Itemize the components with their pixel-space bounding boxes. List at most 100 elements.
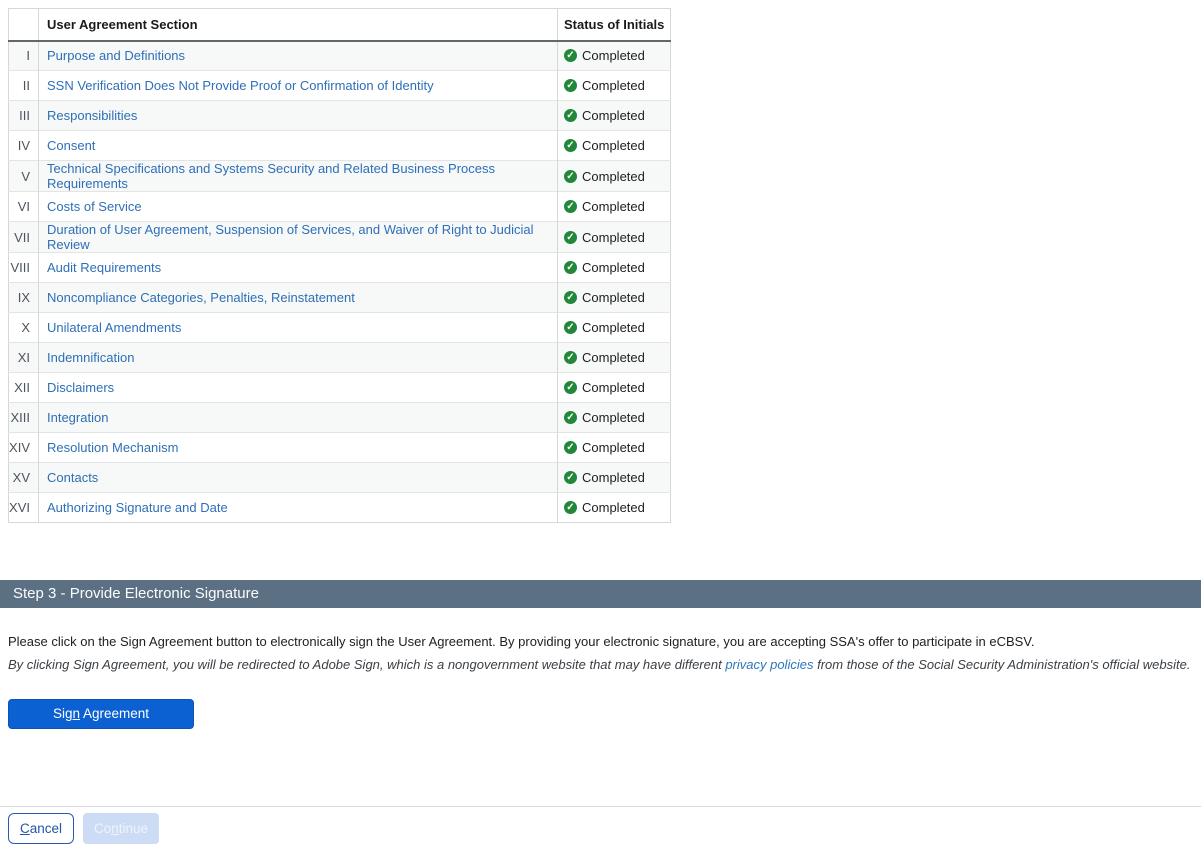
row-status-cell: Completed bbox=[558, 283, 671, 313]
status-label: Completed bbox=[582, 500, 645, 515]
row-numeral: XI bbox=[9, 343, 39, 373]
row-status-cell: Completed bbox=[558, 313, 671, 343]
row-section-cell: Technical Specifications and Systems Sec… bbox=[39, 161, 558, 192]
check-circle-icon bbox=[564, 49, 577, 62]
user-agreement-table-wrap: User Agreement Section Status of Initial… bbox=[8, 8, 671, 523]
table-row: XIIIIntegrationCompleted bbox=[9, 403, 671, 433]
continue-label-accesskey: n bbox=[111, 821, 119, 836]
row-section-cell: Audit Requirements bbox=[39, 253, 558, 283]
table-header-row: User Agreement Section Status of Initial… bbox=[9, 9, 671, 41]
row-numeral: III bbox=[9, 101, 39, 131]
sign-agreement-button[interactable]: Sign Agreement bbox=[8, 699, 194, 729]
check-circle-icon bbox=[564, 261, 577, 274]
row-numeral: VII bbox=[9, 222, 39, 253]
section-link[interactable]: Resolution Mechanism bbox=[47, 440, 179, 455]
row-numeral: XV bbox=[9, 463, 39, 493]
adobe-sign-disclaimer-text: By clicking Sign Agreement, you will be … bbox=[8, 657, 1193, 672]
status-label: Completed bbox=[582, 320, 645, 335]
step3-title: Step 3 - Provide Electronic Signature bbox=[13, 585, 259, 602]
row-section-cell: Unilateral Amendments bbox=[39, 313, 558, 343]
check-circle-icon bbox=[564, 381, 577, 394]
status-label: Completed bbox=[582, 440, 645, 455]
row-status-cell: Completed bbox=[558, 192, 671, 222]
disclaimer-pre-text: By clicking Sign Agreement, you will be … bbox=[8, 657, 725, 672]
row-status-cell: Completed bbox=[558, 343, 671, 373]
section-link[interactable]: Technical Specifications and Systems Sec… bbox=[47, 161, 495, 191]
row-status-cell: Completed bbox=[558, 253, 671, 283]
table-row: VI Costs of Service Completed bbox=[9, 192, 671, 222]
check-circle-icon bbox=[564, 109, 577, 122]
row-section-cell: Indemnification bbox=[39, 343, 558, 373]
row-numeral: XIV bbox=[9, 433, 39, 463]
table-row: XVIAuthorizing Signature and DateComplet… bbox=[9, 493, 671, 523]
table-row: XII Disclaimers Completed bbox=[9, 373, 671, 403]
row-status-cell: Completed bbox=[558, 222, 671, 253]
sign-label-pre: Sig bbox=[53, 706, 73, 721]
row-numeral: XIII bbox=[9, 403, 39, 433]
footer-divider bbox=[0, 806, 1201, 807]
section-link[interactable]: Purpose and Definitions bbox=[47, 48, 185, 63]
section-column-header: User Agreement Section bbox=[39, 9, 558, 41]
footer-buttons: Cancel Continue bbox=[8, 813, 159, 844]
table-row: V Technical Specifications and Systems Se… bbox=[9, 161, 671, 192]
section-link[interactable]: Noncompliance Categories, Penalties, Rei… bbox=[47, 290, 355, 305]
row-numeral: XII bbox=[9, 373, 39, 403]
disclaimer-post-text: from those of the Social Security Admini… bbox=[813, 657, 1190, 672]
section-link[interactable]: Authorizing Signature and Date bbox=[47, 500, 228, 515]
section-link[interactable]: Duration of User Agreement, Suspension o… bbox=[47, 222, 534, 252]
continue-label-pre: Co bbox=[94, 821, 111, 836]
table-row: IPurpose and DefinitionsCompleted bbox=[9, 41, 671, 71]
section-link[interactable]: Indemnification bbox=[47, 350, 134, 365]
check-circle-icon bbox=[564, 411, 577, 424]
check-circle-icon bbox=[564, 170, 577, 183]
sign-label-accesskey: n bbox=[72, 706, 80, 721]
row-status-cell: Completed bbox=[558, 493, 671, 523]
check-circle-icon bbox=[564, 441, 577, 454]
row-numeral: VIII bbox=[9, 253, 39, 283]
check-circle-icon bbox=[564, 291, 577, 304]
cancel-button[interactable]: Cancel bbox=[8, 813, 74, 844]
status-label: Completed bbox=[582, 260, 645, 275]
status-label: Completed bbox=[582, 350, 645, 365]
status-label: Completed bbox=[582, 230, 645, 245]
row-section-cell: Disclaimers bbox=[39, 373, 558, 403]
user-agreement-table-body: IPurpose and DefinitionsCompletedIISSN V… bbox=[9, 41, 671, 523]
row-numeral: VI bbox=[9, 192, 39, 222]
row-section-cell: Integration bbox=[39, 403, 558, 433]
section-link[interactable]: Disclaimers bbox=[47, 380, 114, 395]
status-label: Completed bbox=[582, 290, 645, 305]
row-status-cell: Completed bbox=[558, 161, 671, 192]
row-section-cell: Contacts bbox=[39, 463, 558, 493]
row-section-cell: Responsibilities bbox=[39, 101, 558, 131]
section-link[interactable]: SSN Verification Does Not Provide Proof … bbox=[47, 78, 434, 93]
section-link[interactable]: Audit Requirements bbox=[47, 260, 161, 275]
table-row: IISSN Verification Does Not Provide Proo… bbox=[9, 71, 671, 101]
section-link[interactable]: Costs of Service bbox=[47, 199, 142, 214]
row-status-cell: Completed bbox=[558, 101, 671, 131]
status-label: Completed bbox=[582, 199, 645, 214]
row-section-cell: Noncompliance Categories, Penalties, Rei… bbox=[39, 283, 558, 313]
section-link[interactable]: Responsibilities bbox=[47, 108, 137, 123]
check-circle-icon bbox=[564, 351, 577, 364]
check-circle-icon bbox=[564, 139, 577, 152]
row-section-cell: Costs of Service bbox=[39, 192, 558, 222]
sign-instructions-text: Please click on the Sign Agreement butto… bbox=[8, 634, 1193, 649]
table-row: VII Duration of User Agreement, Suspensio… bbox=[9, 222, 671, 253]
cancel-label-post: ancel bbox=[30, 821, 62, 836]
section-link[interactable]: Consent bbox=[47, 138, 95, 153]
privacy-policies-link[interactable]: privacy policies bbox=[725, 657, 813, 672]
row-status-cell: Completed bbox=[558, 373, 671, 403]
table-row: XIV Resolution Mechanism Completed bbox=[9, 433, 671, 463]
row-numeral: V bbox=[9, 161, 39, 192]
section-link[interactable]: Unilateral Amendments bbox=[47, 320, 181, 335]
check-circle-icon bbox=[564, 321, 577, 334]
continue-button[interactable]: Continue bbox=[83, 813, 159, 844]
section-link[interactable]: Contacts bbox=[47, 470, 98, 485]
sign-label-post: Agreement bbox=[80, 706, 149, 721]
section-link[interactable]: Integration bbox=[47, 410, 108, 425]
row-numeral: IX bbox=[9, 283, 39, 313]
status-label: Completed bbox=[582, 169, 645, 184]
user-agreement-table: User Agreement Section Status of Initial… bbox=[8, 8, 671, 523]
table-row: XUnilateral AmendmentsCompleted bbox=[9, 313, 671, 343]
check-circle-icon bbox=[564, 471, 577, 484]
